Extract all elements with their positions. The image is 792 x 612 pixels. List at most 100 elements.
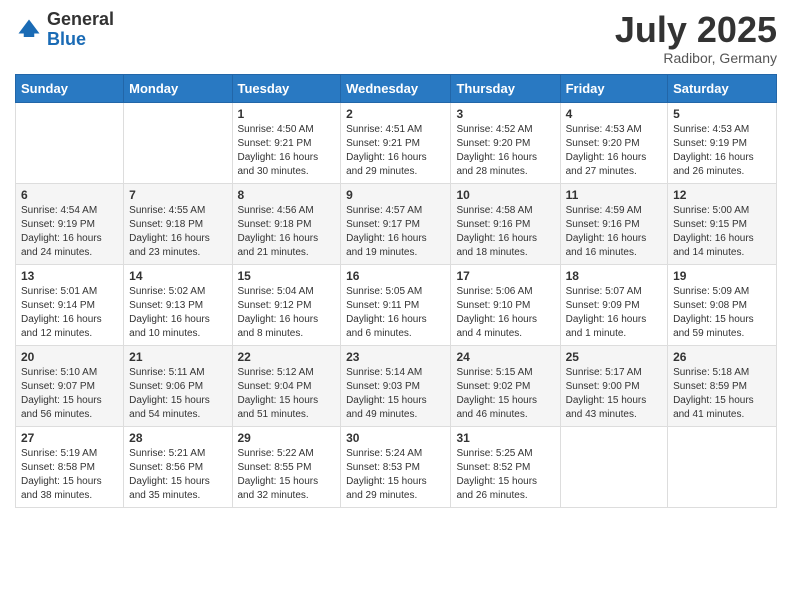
calendar-week-row: 27 Sunrise: 5:19 AMSunset: 8:58 PMDayligh… bbox=[16, 426, 777, 507]
calendar-cell: 5 Sunrise: 4:53 AMSunset: 9:19 PMDaylight… bbox=[668, 102, 777, 183]
calendar-header-friday: Friday bbox=[560, 74, 667, 102]
day-info: Sunrise: 5:10 AMSunset: 9:07 PMDaylight:… bbox=[21, 366, 118, 422]
day-number: 5 bbox=[673, 107, 771, 121]
calendar-cell: 31 Sunrise: 5:25 AMSunset: 8:52 PMDayligh… bbox=[451, 426, 560, 507]
page-header: General Blue July 2025 Radibor, Germany bbox=[15, 10, 777, 66]
day-info: Sunrise: 5:19 AMSunset: 8:58 PMDaylight:… bbox=[21, 447, 118, 503]
calendar-cell: 22Sunrise: 5:12 AMSunset: 9:04 PMDayligh… bbox=[232, 345, 341, 426]
title-block: July 2025 Radibor, Germany bbox=[615, 10, 777, 66]
calendar-week-row: 13 Sunrise: 5:01 AMSunset: 9:14 PMDayligh… bbox=[16, 264, 777, 345]
calendar-header-wednesday: Wednesday bbox=[341, 74, 451, 102]
calendar-cell: 27 Sunrise: 5:19 AMSunset: 8:58 PMDayligh… bbox=[16, 426, 124, 507]
day-number: 7 bbox=[129, 188, 226, 202]
calendar-cell: 20 Sunrise: 5:10 AMSunset: 9:07 PMDayligh… bbox=[16, 345, 124, 426]
day-number: 17 bbox=[456, 269, 554, 283]
day-info: Sunrise: 4:56 AMSunset: 9:18 PMDaylight:… bbox=[238, 204, 336, 260]
day-info: Sunrise: 5:21 AMSunset: 8:56 PMDaylight:… bbox=[129, 447, 226, 503]
calendar-cell: 26 Sunrise: 5:18 AMSunset: 8:59 PMDayligh… bbox=[668, 345, 777, 426]
day-info: Sunrise: 5:12 AMSunset: 9:04 PMDaylight:… bbox=[238, 366, 336, 422]
day-number: 18 bbox=[566, 269, 662, 283]
day-number: 14 bbox=[129, 269, 226, 283]
day-info: Sunrise: 4:55 AMSunset: 9:18 PMDaylight:… bbox=[129, 204, 226, 260]
day-info: Sunrise: 4:59 AMSunset: 9:16 PMDaylight:… bbox=[566, 204, 662, 260]
calendar-cell: 25 Sunrise: 5:17 AMSunset: 9:00 PMDayligh… bbox=[560, 345, 667, 426]
day-info: Sunrise: 4:58 AMSunset: 9:16 PMDaylight:… bbox=[456, 204, 554, 260]
month-title: July 2025 bbox=[615, 10, 777, 50]
day-info: Sunrise: 5:04 AMSunset: 9:12 PMDaylight:… bbox=[238, 285, 336, 341]
calendar-cell bbox=[668, 426, 777, 507]
day-number: 16 bbox=[346, 269, 445, 283]
calendar-cell: 21Sunrise: 5:11 AMSunset: 9:06 PMDayligh… bbox=[124, 345, 232, 426]
calendar-cell: 9 Sunrise: 4:57 AMSunset: 9:17 PMDaylight… bbox=[341, 183, 451, 264]
calendar-header-tuesday: Tuesday bbox=[232, 74, 341, 102]
calendar-cell: 23 Sunrise: 5:14 AMSunset: 9:03 PMDayligh… bbox=[341, 345, 451, 426]
location: Radibor, Germany bbox=[615, 50, 777, 66]
day-number: 25 bbox=[566, 350, 662, 364]
calendar-cell bbox=[16, 102, 124, 183]
day-info: Sunrise: 5:01 AMSunset: 9:14 PMDaylight:… bbox=[21, 285, 118, 341]
day-number: 15 bbox=[238, 269, 336, 283]
day-number: 1 bbox=[238, 107, 336, 121]
calendar-cell: 13 Sunrise: 5:01 AMSunset: 9:14 PMDayligh… bbox=[16, 264, 124, 345]
day-info: Sunrise: 5:25 AMSunset: 8:52 PMDaylight:… bbox=[456, 447, 554, 503]
day-number: 28 bbox=[129, 431, 226, 445]
logo: General Blue bbox=[15, 10, 114, 50]
day-number: 24 bbox=[456, 350, 554, 364]
day-info: Sunrise: 5:02 AMSunset: 9:13 PMDaylight:… bbox=[129, 285, 226, 341]
calendar-cell: 16Sunrise: 5:05 AMSunset: 9:11 PMDayligh… bbox=[341, 264, 451, 345]
day-info: Sunrise: 4:51 AMSunset: 9:21 PMDaylight:… bbox=[346, 123, 445, 179]
day-info: Sunrise: 5:07 AMSunset: 9:09 PMDaylight:… bbox=[566, 285, 662, 341]
calendar-header-row: SundayMondayTuesdayWednesdayThursdayFrid… bbox=[16, 74, 777, 102]
calendar-cell: 18 Sunrise: 5:07 AMSunset: 9:09 PMDayligh… bbox=[560, 264, 667, 345]
calendar-week-row: 6 Sunrise: 4:54 AMSunset: 9:19 PMDaylight… bbox=[16, 183, 777, 264]
day-info: Sunrise: 5:24 AMSunset: 8:53 PMDaylight:… bbox=[346, 447, 445, 503]
day-number: 27 bbox=[21, 431, 118, 445]
day-info: Sunrise: 4:52 AMSunset: 9:20 PMDaylight:… bbox=[456, 123, 554, 179]
day-number: 6 bbox=[21, 188, 118, 202]
calendar-cell: 1Sunrise: 4:50 AMSunset: 9:21 PMDaylight… bbox=[232, 102, 341, 183]
day-number: 23 bbox=[346, 350, 445, 364]
calendar-cell: 7 Sunrise: 4:55 AMSunset: 9:18 PMDaylight… bbox=[124, 183, 232, 264]
day-number: 31 bbox=[456, 431, 554, 445]
calendar-cell bbox=[560, 426, 667, 507]
day-number: 29 bbox=[238, 431, 336, 445]
day-number: 9 bbox=[346, 188, 445, 202]
calendar-cell: 14 Sunrise: 5:02 AMSunset: 9:13 PMDayligh… bbox=[124, 264, 232, 345]
day-info: Sunrise: 4:57 AMSunset: 9:17 PMDaylight:… bbox=[346, 204, 445, 260]
day-info: Sunrise: 4:54 AMSunset: 9:19 PMDaylight:… bbox=[21, 204, 118, 260]
calendar-cell bbox=[124, 102, 232, 183]
day-number: 30 bbox=[346, 431, 445, 445]
calendar-table: SundayMondayTuesdayWednesdayThursdayFrid… bbox=[15, 74, 777, 508]
calendar-week-row: 1Sunrise: 4:50 AMSunset: 9:21 PMDaylight… bbox=[16, 102, 777, 183]
calendar-cell: 30 Sunrise: 5:24 AMSunset: 8:53 PMDayligh… bbox=[341, 426, 451, 507]
calendar-cell: 3Sunrise: 4:52 AMSunset: 9:20 PMDaylight… bbox=[451, 102, 560, 183]
day-info: Sunrise: 5:00 AMSunset: 9:15 PMDaylight:… bbox=[673, 204, 771, 260]
calendar-week-row: 20 Sunrise: 5:10 AMSunset: 9:07 PMDayligh… bbox=[16, 345, 777, 426]
day-info: Sunrise: 4:53 AMSunset: 9:20 PMDaylight:… bbox=[566, 123, 662, 179]
day-number: 8 bbox=[238, 188, 336, 202]
day-info: Sunrise: 5:22 AMSunset: 8:55 PMDaylight:… bbox=[238, 447, 336, 503]
calendar-cell: 2 Sunrise: 4:51 AMSunset: 9:21 PMDaylight… bbox=[341, 102, 451, 183]
calendar-header-thursday: Thursday bbox=[451, 74, 560, 102]
day-number: 20 bbox=[21, 350, 118, 364]
day-number: 13 bbox=[21, 269, 118, 283]
calendar-cell: 8 Sunrise: 4:56 AMSunset: 9:18 PMDaylight… bbox=[232, 183, 341, 264]
calendar-cell: 12Sunrise: 5:00 AMSunset: 9:15 PMDayligh… bbox=[668, 183, 777, 264]
day-info: Sunrise: 5:15 AMSunset: 9:02 PMDaylight:… bbox=[456, 366, 554, 422]
calendar-cell: 28 Sunrise: 5:21 AMSunset: 8:56 PMDayligh… bbox=[124, 426, 232, 507]
calendar-cell: 4 Sunrise: 4:53 AMSunset: 9:20 PMDaylight… bbox=[560, 102, 667, 183]
day-info: Sunrise: 5:14 AMSunset: 9:03 PMDaylight:… bbox=[346, 366, 445, 422]
calendar-cell: 17 Sunrise: 5:06 AMSunset: 9:10 PMDayligh… bbox=[451, 264, 560, 345]
calendar-header-sunday: Sunday bbox=[16, 74, 124, 102]
day-info: Sunrise: 5:17 AMSunset: 9:00 PMDaylight:… bbox=[566, 366, 662, 422]
day-number: 11 bbox=[566, 188, 662, 202]
day-info: Sunrise: 4:53 AMSunset: 9:19 PMDaylight:… bbox=[673, 123, 771, 179]
day-info: Sunrise: 5:18 AMSunset: 8:59 PMDaylight:… bbox=[673, 366, 771, 422]
calendar-cell: 15 Sunrise: 5:04 AMSunset: 9:12 PMDayligh… bbox=[232, 264, 341, 345]
calendar-cell: 19Sunrise: 5:09 AMSunset: 9:08 PMDayligh… bbox=[668, 264, 777, 345]
day-number: 26 bbox=[673, 350, 771, 364]
day-info: Sunrise: 5:06 AMSunset: 9:10 PMDaylight:… bbox=[456, 285, 554, 341]
day-number: 4 bbox=[566, 107, 662, 121]
day-number: 2 bbox=[346, 107, 445, 121]
calendar-header-saturday: Saturday bbox=[668, 74, 777, 102]
